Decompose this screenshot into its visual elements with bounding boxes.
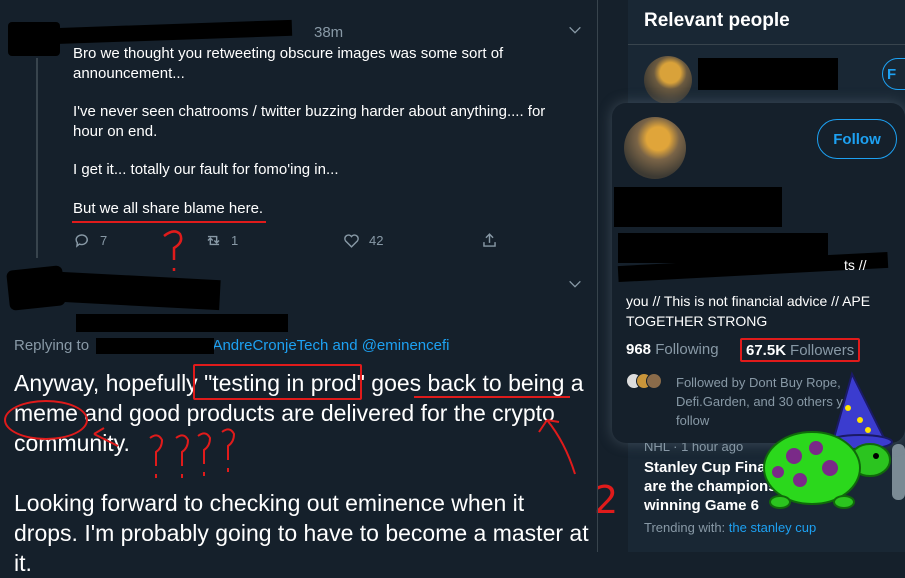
- redacted-name: [59, 271, 221, 311]
- following-stat[interactable]: 968 Following: [626, 341, 719, 358]
- reply-body: Bro we thought you retweeting obscure im…: [73, 44, 573, 218]
- avatar[interactable]: [644, 56, 692, 104]
- annotation-circle: [4, 400, 88, 440]
- annotation-underline: [72, 221, 266, 223]
- redacted-handle: [96, 338, 214, 354]
- annotation-arrow: [535, 412, 585, 478]
- followers-count: 67.5K: [746, 341, 787, 359]
- reply-paragraph: Bro we thought you retweeting obscure im…: [73, 45, 504, 82]
- trending-with: Trending with: the stanley cup: [644, 520, 816, 535]
- redacted-name: [51, 19, 293, 45]
- share-button[interactable]: [480, 231, 499, 250]
- retweet-button[interactable]: 1: [204, 231, 238, 250]
- conversation-column: 38m Bro we thought you retweeting obscur…: [0, 0, 618, 576]
- turtle-wizard-sticker: [756, 368, 896, 518]
- annotation-box: [193, 364, 362, 400]
- reply-paragraph: But we all share blame here.: [73, 199, 264, 217]
- retweet-icon: [207, 235, 220, 246]
- bio-text: you // This is not financial advice // A…: [626, 293, 871, 329]
- replying-to: Replying to @AndreCronjeTech and @eminen…: [14, 337, 449, 354]
- replying-to-label: Replying to: [14, 337, 90, 354]
- replying-to-handles[interactable]: @AndreCronjeTech and @eminencefi: [197, 337, 449, 354]
- avatar[interactable]: [624, 117, 686, 179]
- annotation-question-marks: [90, 426, 250, 486]
- reply-paragraph: I get it... totally our fault for fomo'i…: [73, 161, 339, 178]
- reply-text-part: Anyway, hopefully: [14, 370, 205, 396]
- like-button[interactable]: 42: [342, 231, 383, 250]
- redacted-name: [76, 314, 288, 332]
- avatar: [646, 373, 662, 389]
- followers-label: Followers: [790, 341, 855, 359]
- chevron-down-icon[interactable]: [567, 22, 583, 38]
- following-count: 968: [626, 341, 652, 358]
- bio-fragment: ts //: [844, 257, 867, 273]
- share-icon: [483, 233, 496, 247]
- redacted-name: [614, 187, 782, 227]
- relevant-people-title: Relevant people: [644, 10, 790, 31]
- trending-with-link[interactable]: the stanley cup: [729, 520, 816, 535]
- annotation-question-mark: [160, 226, 190, 276]
- redacted-name: [698, 58, 838, 90]
- heart-icon: [344, 234, 359, 248]
- reply-button[interactable]: 7: [73, 231, 107, 250]
- following-label: Following: [655, 341, 719, 358]
- reply-main-text-second: Looking forward to checking out eminence…: [14, 490, 589, 576]
- sidebar-separator: [628, 44, 905, 45]
- follow-button[interactable]: Follow: [817, 119, 897, 159]
- followers-stat[interactable]: 67.5K Followers: [740, 338, 860, 362]
- comment-icon: [75, 234, 88, 248]
- followed-by-avatars: [626, 373, 662, 389]
- redacted-avatar: [6, 265, 66, 311]
- chevron-down-icon[interactable]: [567, 276, 583, 292]
- thread-line: [36, 58, 38, 258]
- annotation-underline: [414, 396, 570, 398]
- reply-paragraph: I've never seen chatrooms / twitter buzz…: [73, 103, 546, 140]
- like-count: 42: [369, 233, 384, 248]
- reply-count: 7: [100, 233, 108, 248]
- reply-time: 38m: [314, 24, 344, 41]
- trending-with-label: Trending with:: [644, 520, 726, 535]
- retweet-count: 1: [231, 233, 239, 248]
